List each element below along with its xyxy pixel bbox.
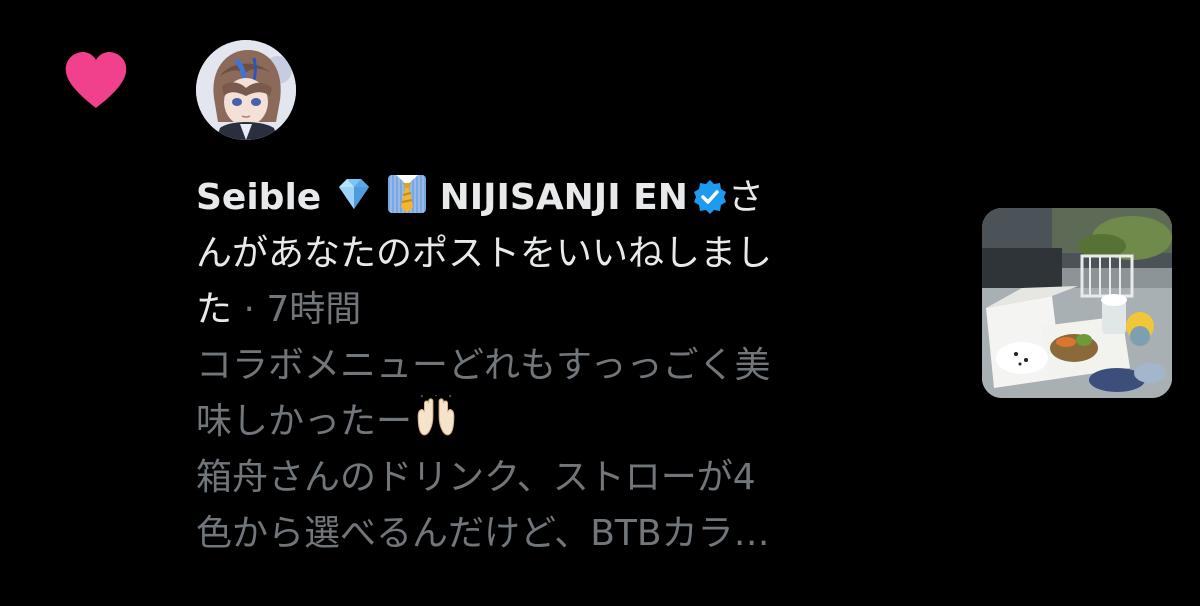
notification-text[interactable]: Seible NIJISANJI EN さ んがあなたのポストをいいねしまし た… xyxy=(196,170,914,562)
notification-line-3: た · 7時間 xyxy=(196,282,914,338)
post-thumbnail[interactable] xyxy=(982,208,1172,398)
food-photo-image xyxy=(982,208,1172,398)
action-text-2: んがあなたのポストをいいねしまし xyxy=(196,233,773,274)
notification-line-1: Seible NIJISANJI EN さ xyxy=(196,170,914,226)
gem-icon xyxy=(338,179,369,209)
avatar-image xyxy=(196,40,296,140)
necktie-icon xyxy=(388,175,427,213)
action-text-1: さ xyxy=(727,177,764,218)
post-line-3: 箱舟さんのドリンク、ストローが4 xyxy=(196,457,756,498)
heart-icon xyxy=(65,52,127,108)
timestamp[interactable]: 7時間 xyxy=(266,289,361,330)
actor-name[interactable]: Seible xyxy=(196,177,321,218)
post-line-4: 色から選べるんだけど、BTBカラ… xyxy=(196,513,770,554)
avatar[interactable] xyxy=(196,40,296,140)
like-notification[interactable]: Seible NIJISANJI EN さ んがあなたのポストをいいねしまし た… xyxy=(0,0,1200,606)
actor-org[interactable]: NIJISANJI EN xyxy=(440,177,688,218)
raising-hands-icon xyxy=(417,395,455,436)
post-line-2-row: 味しかったー xyxy=(196,394,914,450)
verified-badge-icon xyxy=(693,180,726,214)
post-line-2: 味しかったー xyxy=(196,401,413,442)
post-line-1: コラボメニューどれもすっっごく美 xyxy=(196,345,771,386)
separator: · xyxy=(232,289,267,330)
action-text-3: た xyxy=(196,289,233,330)
